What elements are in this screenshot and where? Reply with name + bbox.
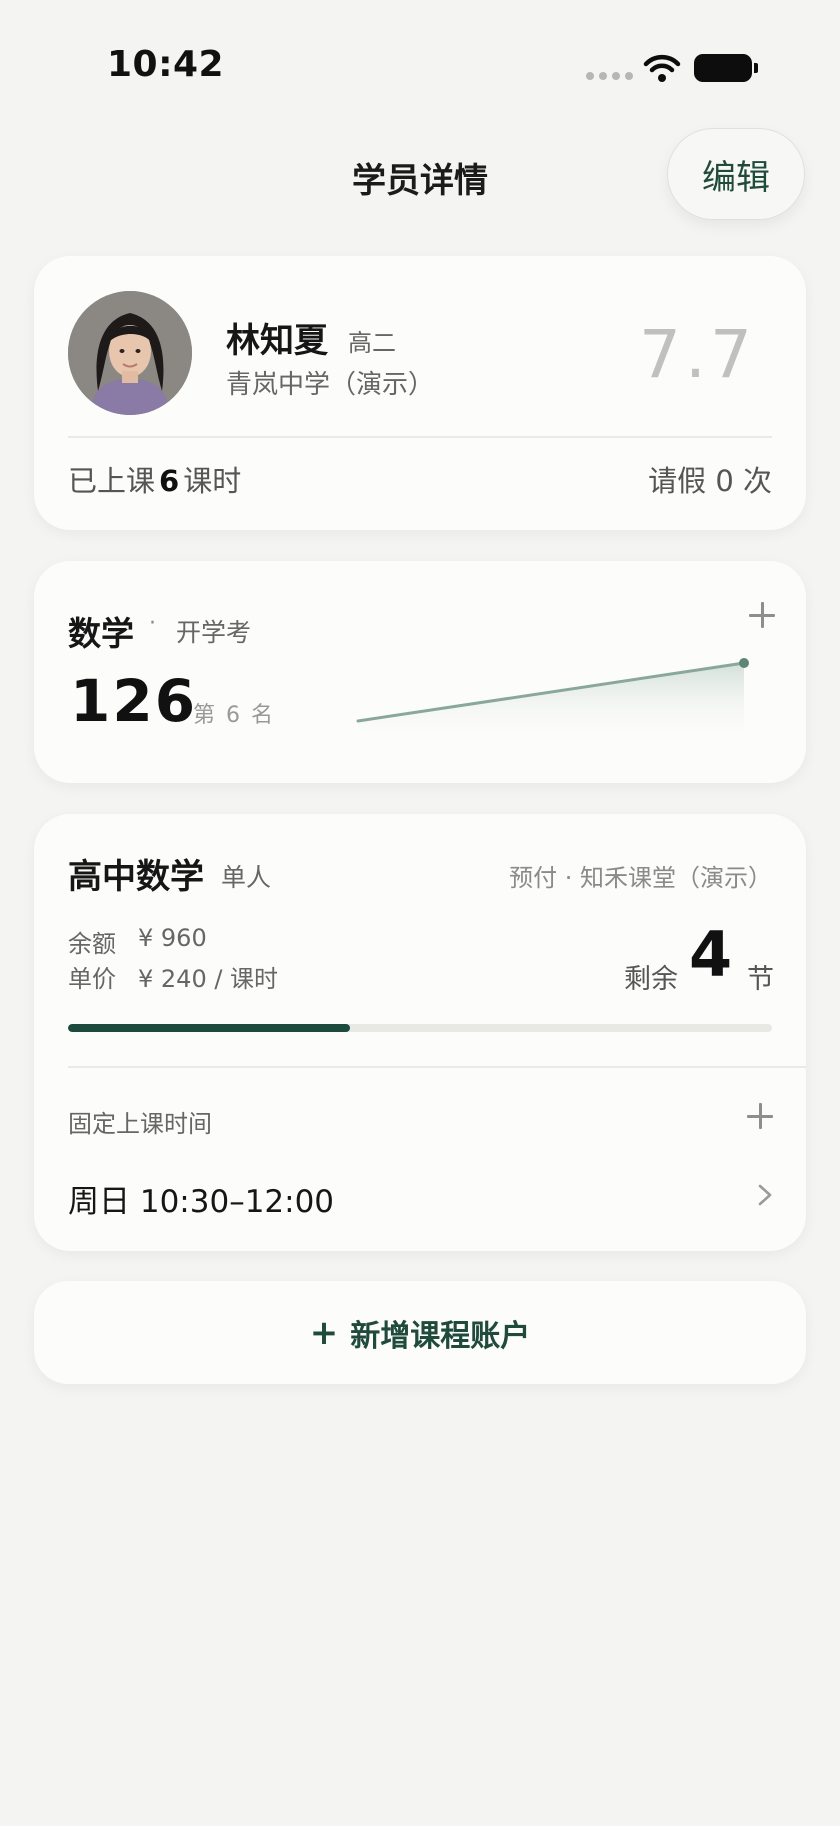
status-time: 10:42: [107, 44, 225, 85]
cellular-dots-icon: [586, 72, 633, 80]
battery-icon: [694, 54, 758, 82]
student-name: 林知夏: [226, 321, 328, 361]
exam-card[interactable]: 数学 · 开学考 126 第 6 名: [34, 561, 806, 783]
student-score: 7.7: [639, 316, 756, 393]
price-value: ¥ 240 / 课时: [138, 965, 279, 993]
course-card: 高中数学 单人 预付 · 知禾课堂（演示） 余额 ¥ 960 单价 ¥ 240 …: [34, 814, 806, 1251]
separator: ·: [149, 611, 156, 636]
plus-icon: +: [309, 1312, 339, 1353]
exam-rank: 第 6 名: [193, 703, 275, 728]
status-icons: [586, 52, 766, 84]
add-exam-button[interactable]: [742, 595, 782, 635]
balance-label: 余额: [68, 930, 116, 958]
remain-unit: 节: [747, 964, 774, 995]
schedule-item[interactable]: 周日 10:30–12:00: [34, 1164, 806, 1244]
trend-point: [739, 658, 749, 668]
balance-value: ¥ 960: [138, 924, 207, 952]
course-meta: 预付 · 知禾课堂（演示）: [509, 864, 772, 892]
student-grade: 高二: [348, 329, 396, 357]
attended-lessons: 已上课 6 课时: [68, 458, 241, 500]
score-trend-chart: [356, 658, 749, 741]
wifi-icon: [643, 54, 681, 82]
course-name: 高中数学: [68, 857, 204, 897]
divider: [68, 436, 772, 438]
attended-unit: 课时: [183, 464, 242, 498]
fixed-time-label: 固定上课时间: [68, 1110, 212, 1138]
avatar[interactable]: [68, 291, 192, 415]
exam-name: 开学考: [176, 618, 252, 647]
attended-count: 6: [159, 464, 180, 498]
remain-count: 4: [689, 918, 733, 991]
divider: [68, 1066, 806, 1068]
trend-area: [358, 663, 744, 741]
exam-subject: 数学: [68, 614, 134, 653]
leave-count: 请假 0 次: [648, 464, 772, 498]
add-course-account-button[interactable]: + 新增课程账户: [34, 1281, 806, 1384]
attended-prefix: 已上课: [68, 464, 156, 498]
schedule-text: 周日 10:30–12:00: [68, 1184, 335, 1220]
exam-score: 126: [70, 667, 198, 735]
add-course-label: 新增课程账户: [350, 1318, 531, 1354]
student-school: 青岚中学（演示）: [226, 370, 435, 400]
lesson-progress-bar: [68, 1024, 772, 1032]
student-card: 林知夏 高二 青岚中学（演示） 7.7 已上课 6 课时 请假 0 次: [34, 256, 806, 530]
price-label: 单价: [68, 965, 116, 993]
remain-label: 剩余: [624, 964, 678, 995]
progress-fill: [68, 1024, 350, 1032]
course-type: 单人: [221, 863, 272, 892]
chevron-right-icon: [758, 1184, 772, 1206]
add-fixed-time-button[interactable]: [740, 1096, 780, 1136]
edit-button[interactable]: 编辑: [667, 128, 805, 220]
